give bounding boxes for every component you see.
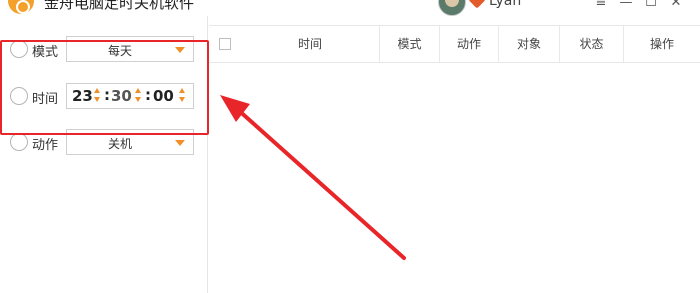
annotation-arrow bbox=[220, 95, 406, 260]
